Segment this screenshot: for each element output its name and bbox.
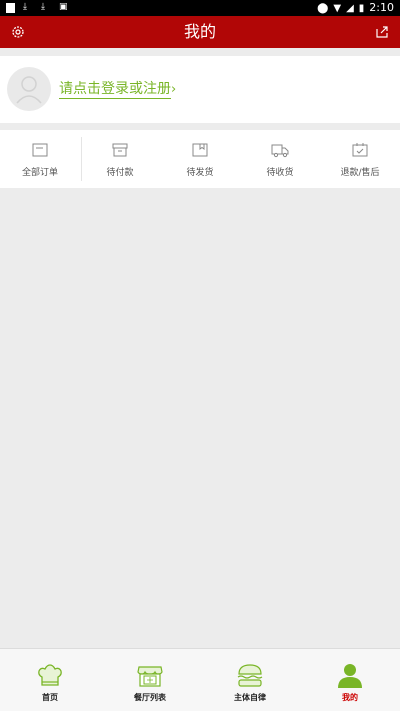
- pending-payment-icon: [112, 143, 128, 157]
- app-notification-icon: ▣: [59, 2, 68, 12]
- order-status-bar: 全部订单 待付款 待发货 待收货 退款/售后: [0, 130, 400, 188]
- order-label: 待发货: [186, 168, 214, 178]
- user-icon: [338, 664, 362, 688]
- order-label: 全部订单: [21, 168, 58, 178]
- pending-receipt-icon: [271, 144, 289, 158]
- download-icon: ⤓: [23, 2, 27, 12]
- order-label: 待付款: [106, 168, 134, 178]
- restaurant-icon: [137, 666, 163, 687]
- bottom-nav: 首页 餐厅列表 主体自律 我的: [0, 648, 400, 711]
- nav-label: 我的: [342, 693, 358, 702]
- login-section[interactable]: 请点击登录或注册 ›: [0, 56, 400, 123]
- chef-hat-icon: [38, 664, 62, 686]
- nav-self-discipline[interactable]: 主体自律: [200, 649, 300, 711]
- location-icon: ⬤: [317, 2, 329, 14]
- order-label: 待收货: [266, 168, 294, 178]
- page-title: 我的: [183, 22, 216, 41]
- nav-mine[interactable]: 我的: [300, 649, 400, 711]
- order-label: 退款/售后: [340, 168, 380, 178]
- status-bar: ⤓ ⤓ ▣ ⬤ ▼ ◢ ▮ 2:10: [0, 0, 400, 16]
- nav-label: 餐厅列表: [134, 693, 166, 702]
- share-icon[interactable]: [374, 24, 390, 40]
- pending-shipment-icon: [192, 143, 208, 157]
- nav-label: 主体自律: [234, 693, 266, 702]
- title-bar: 我的: [0, 16, 400, 48]
- refund-icon: [352, 143, 368, 157]
- order-all[interactable]: 全部订单: [0, 130, 80, 188]
- login-register-link[interactable]: 请点击登录或注册: [59, 80, 171, 99]
- order-refund-aftersale[interactable]: 退款/售后: [320, 130, 400, 188]
- default-avatar-icon: [16, 76, 42, 104]
- nav-home[interactable]: 首页: [0, 649, 100, 711]
- burger-icon: [237, 664, 263, 687]
- divider: [81, 137, 82, 181]
- chevron-right-icon: ›: [171, 82, 177, 97]
- order-pending-shipment[interactable]: 待发货: [160, 130, 240, 188]
- avatar[interactable]: [7, 67, 51, 111]
- clock: 2:10: [369, 1, 394, 14]
- order-pending-receipt[interactable]: 待收货: [240, 130, 320, 188]
- download-icon: ⤓: [41, 2, 45, 12]
- nav-label: 首页: [42, 693, 58, 702]
- battery-icon: ▮: [358, 2, 365, 14]
- nav-restaurant-list[interactable]: 餐厅列表: [100, 649, 200, 711]
- all-orders-icon: [32, 143, 48, 157]
- notification-icon: [6, 2, 15, 13]
- signal-icon: ◢: [346, 2, 354, 14]
- wifi-icon: ▼: [333, 2, 342, 14]
- order-pending-payment[interactable]: 待付款: [80, 130, 160, 188]
